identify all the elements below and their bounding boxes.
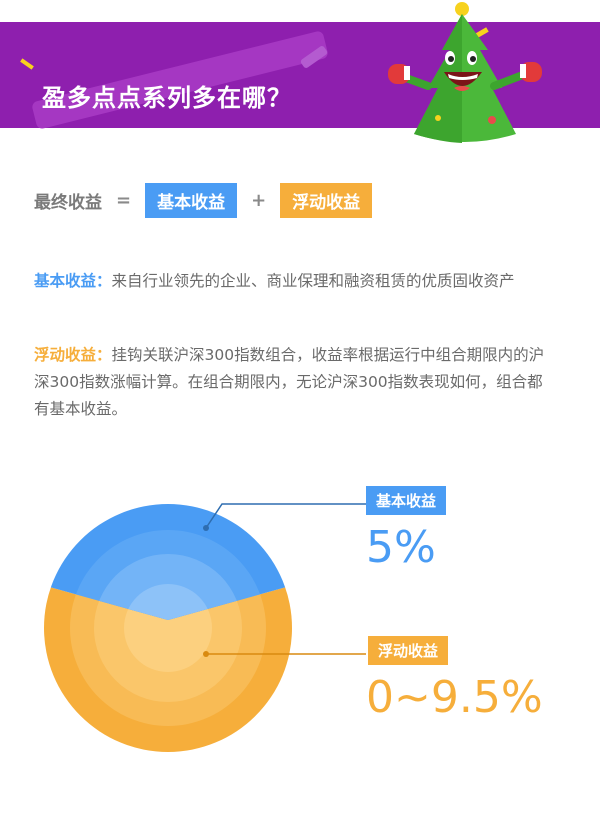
total-yield-label: 最终收益 bbox=[34, 192, 102, 213]
page-title: 盈多点点系列多在哪？ bbox=[42, 84, 292, 112]
equals-sign: = bbox=[116, 189, 132, 211]
yield-formula: 最终收益 = 基本收益 + 浮动收益 bbox=[34, 182, 373, 218]
floating-yield-tag: 浮动收益 bbox=[280, 182, 373, 218]
basic-yield-key: 基本收益： bbox=[34, 272, 112, 290]
basic-yield-tag: 基本收益 bbox=[145, 182, 238, 218]
floating-yield-key: 浮动收益： bbox=[34, 346, 112, 364]
yield-pie bbox=[44, 503, 366, 752]
decorative-mark bbox=[20, 58, 34, 70]
basic-yield-legend-tag: 基本收益 bbox=[366, 486, 447, 515]
basic-yield-description: 基本收益：来自行业领先的企业、商业保理和融资租赁的优质固收资产 bbox=[34, 268, 554, 295]
plus-sign: + bbox=[251, 189, 267, 211]
floating-yield-legend-tag: 浮动收益 bbox=[368, 636, 449, 665]
yield-chart: 基本收益 5% 浮动收益 0~9.5% bbox=[0, 470, 600, 790]
floating-yield-value: 0~9.5% bbox=[366, 672, 543, 723]
basic-yield-text: 来自行业领先的企业、商业保理和融资租赁的优质固收资产 bbox=[111, 272, 515, 290]
christmas-tree-mascot-icon bbox=[388, 2, 542, 143]
floating-yield-description: 浮动收益：挂钩关联沪深300指数组合，收益率根据运行中组合期限内的沪深300指数… bbox=[34, 342, 554, 423]
basic-yield-value: 5% bbox=[366, 522, 436, 573]
